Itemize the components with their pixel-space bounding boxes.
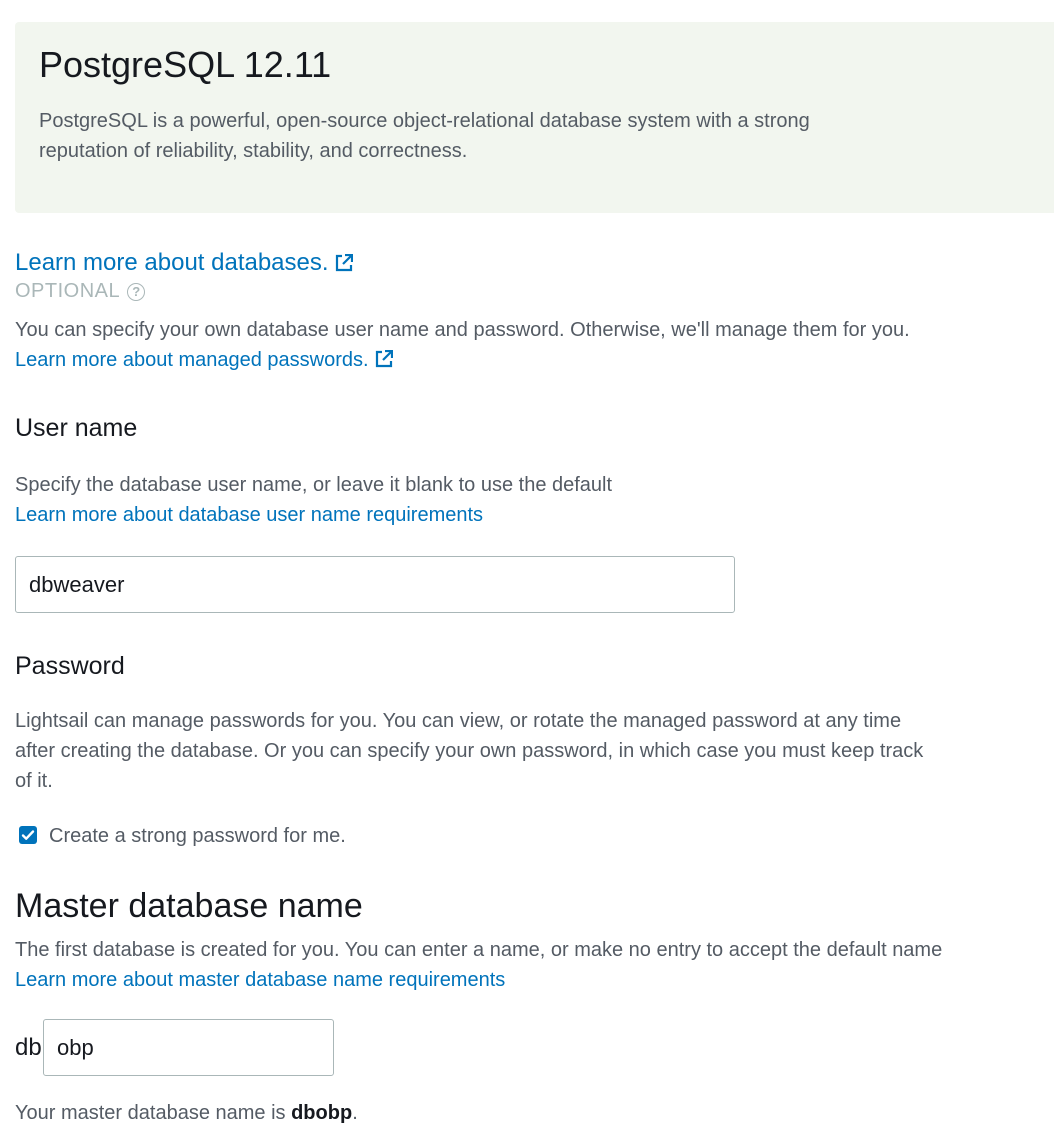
database-name-prefix: db xyxy=(15,1034,42,1061)
master-database-description: The first database is created for you. Y… xyxy=(15,939,943,961)
password-label: Password xyxy=(15,652,125,680)
password-description: Lightsail can manage passwords for you. … xyxy=(15,710,924,792)
master-database-name-input[interactable] xyxy=(43,1019,334,1076)
credentials-intro: You can specify your own database user n… xyxy=(15,315,915,375)
engine-info-card: PostgreSQL 12.11 PostgreSQL is a powerfu… xyxy=(15,22,1054,213)
strong-password-option[interactable]: Create a strong password for me. xyxy=(15,821,1035,851)
user-name-requirements-link[interactable]: Learn more about database user name requ… xyxy=(15,500,483,530)
user-name-input[interactable] xyxy=(15,556,735,613)
learn-more-databases-row: Learn more about databases. xyxy=(15,248,1035,278)
managed-passwords-link[interactable]: Learn more about managed passwords. xyxy=(15,349,369,371)
master-database-result: Your master database name is dbobp. xyxy=(15,1098,1035,1128)
user-name-label: User name xyxy=(15,414,138,442)
user-name-description: Specify the database user name, or leave… xyxy=(15,474,613,496)
checkmark-icon xyxy=(21,830,35,840)
engine-title: PostgreSQL 12.11 xyxy=(39,44,332,85)
master-database-result-name: dbobp xyxy=(291,1102,353,1124)
external-link-icon[interactable] xyxy=(375,347,393,368)
engine-description: PostgreSQL is a powerful, open-source ob… xyxy=(39,110,810,162)
credentials-intro-text: You can specify your own database user n… xyxy=(15,319,910,341)
create-database-page: PostgreSQL 12.11 PostgreSQL is a powerfu… xyxy=(0,0,1054,1146)
strong-password-label[interactable]: Create a strong password for me. xyxy=(49,825,346,847)
master-database-name-label: Master database name xyxy=(15,887,363,925)
master-database-result-suffix: . xyxy=(352,1102,358,1124)
external-link-icon[interactable] xyxy=(335,250,353,272)
help-icon[interactable]: ? xyxy=(127,283,146,301)
user-name-description-block: Specify the database user name, or leave… xyxy=(15,470,1035,530)
optional-row: OPTIONAL ? xyxy=(15,278,1035,304)
learn-more-databases-link[interactable]: Learn more about databases. xyxy=(15,249,329,276)
master-database-requirements-link[interactable]: Learn more about master database name re… xyxy=(15,965,505,995)
optional-label: OPTIONAL xyxy=(15,280,120,302)
strong-password-checkbox[interactable] xyxy=(19,826,37,844)
master-database-result-text: Your master database name is xyxy=(15,1102,286,1124)
master-database-description-block: The first database is created for you. Y… xyxy=(15,935,1035,995)
